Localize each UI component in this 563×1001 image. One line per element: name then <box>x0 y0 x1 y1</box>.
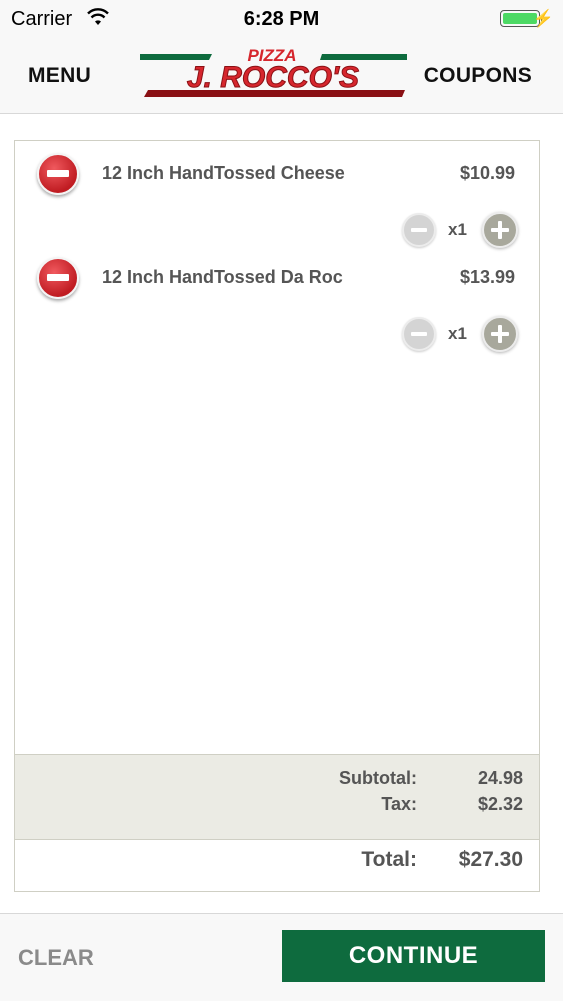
clock: 6:28 PM <box>243 8 320 30</box>
item-name: 12 Inch HandTossed Da Roc <box>102 267 343 287</box>
tax-label: Tax: <box>381 794 417 814</box>
logo-main-text: J. ROCCO'S <box>187 61 359 94</box>
item-price: $10.99 <box>459 163 515 183</box>
total-value: $27.30 <box>458 848 523 871</box>
decrease-qty-icon[interactable] <box>402 213 436 247</box>
tax-value: $2.32 <box>477 794 523 814</box>
clear-button[interactable]: CLEAR <box>18 945 94 971</box>
order-summary: Subtotal: 24.98 Tax: $2.32 <box>15 754 539 840</box>
brand-logo: PIZZA J. ROCCO'S <box>140 46 407 97</box>
continue-button[interactable]: CONTINUE <box>282 930 545 982</box>
coupons-button[interactable]: COUPONS <box>424 64 532 88</box>
increase-qty-icon[interactable] <box>482 316 518 352</box>
item-quantity: x1 <box>448 324 467 343</box>
item-price: $13.99 <box>459 267 515 287</box>
decrease-qty-icon[interactable] <box>402 317 436 351</box>
subtotal-value: 24.98 <box>477 768 523 788</box>
item-name: 12 Inch HandTossed Cheese <box>102 163 345 183</box>
cart-panel: 12 Inch HandTossed Cheese $10.99 x1 12 I… <box>14 140 540 892</box>
total-label: Total: <box>361 848 417 871</box>
remove-item-icon[interactable] <box>37 153 79 195</box>
remove-item-icon[interactable] <box>37 257 79 299</box>
item-quantity: x1 <box>448 220 467 239</box>
bottom-action-bar: CLEAR CONTINUE <box>0 913 563 1001</box>
status-bar: Carrier 6:28 PM ⚡ <box>0 0 563 38</box>
charging-bolt-icon: ⚡ <box>532 9 554 28</box>
increase-qty-icon[interactable] <box>482 212 518 248</box>
nav-bar: MENU PIZZA J. ROCCO'S COUPONS <box>0 38 563 114</box>
subtotal-label: Subtotal: <box>339 768 417 788</box>
menu-button[interactable]: MENU <box>28 64 91 88</box>
